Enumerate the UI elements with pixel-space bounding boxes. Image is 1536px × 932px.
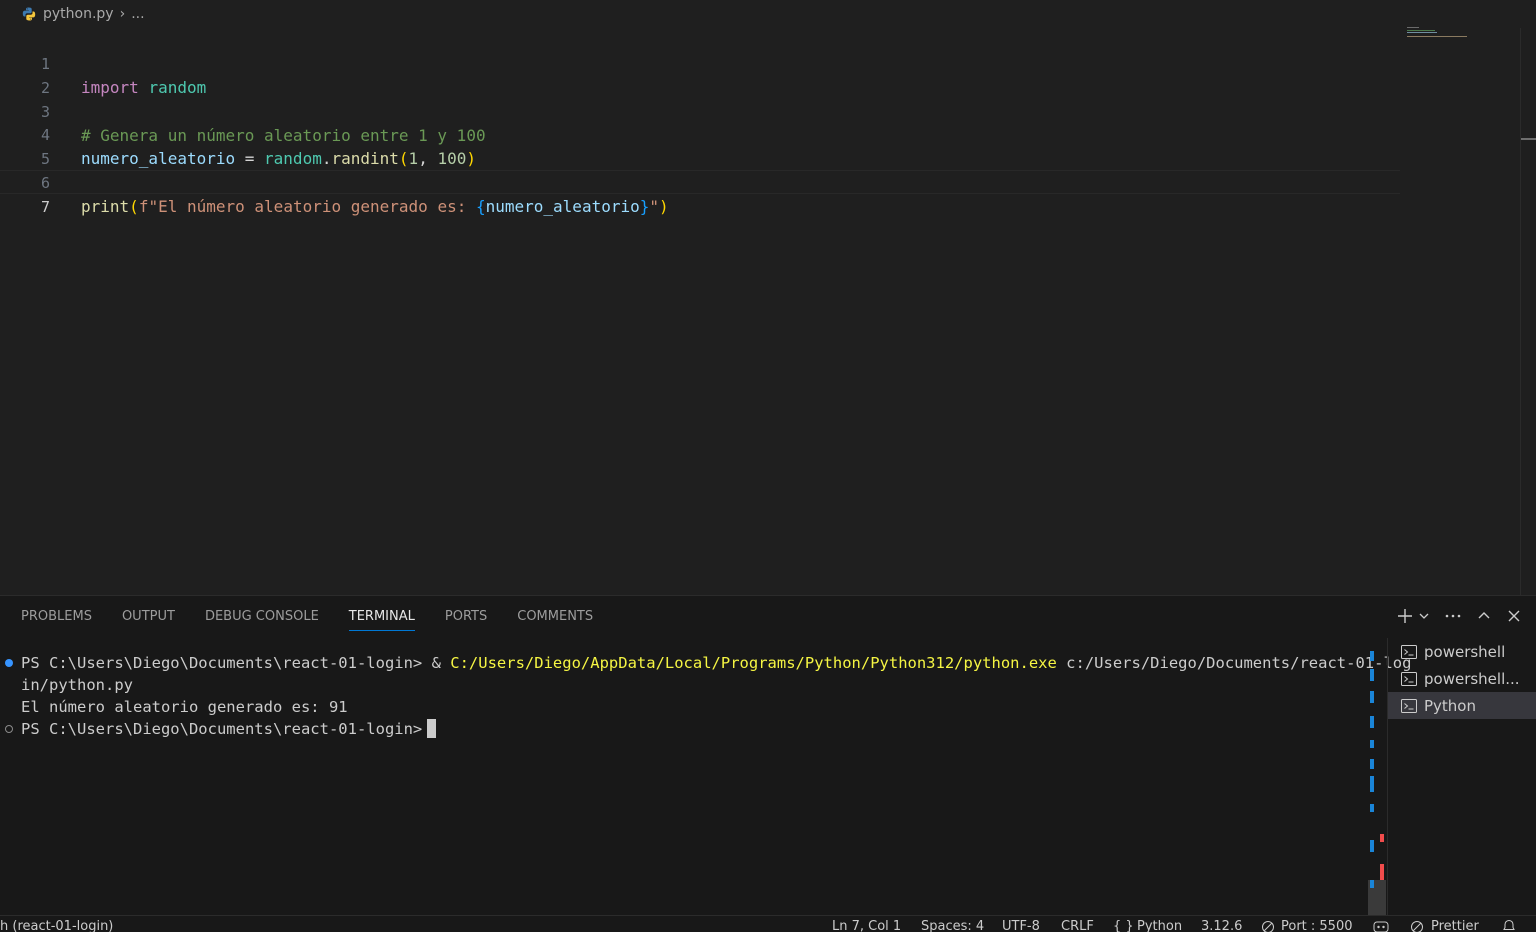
scroll-marker [1370,716,1374,728]
terminal-prompt: PS C:\Users\Diego\Documents\react-01-log… [21,720,423,738]
code-line-current: 7 [0,170,1400,216]
terminal-output[interactable]: PS C:\Users\Diego\Documents\react-01-log… [0,651,1411,913]
scroll-marker [1370,651,1374,661]
status-cursor-position[interactable]: Ln 7, Col 1 [832,918,901,932]
python-exe-path: C:/Users/Diego/AppData/Local/Programs/Py… [450,654,1057,672]
terminal-icon [1401,698,1417,713]
command-success-decoration[interactable] [5,659,13,667]
variable: numero_aleatorio [485,197,640,216]
terminal-item-python[interactable]: Python [1388,692,1536,719]
code-line: 4 numero_aleatorio = random.randint(1, 1… [0,99,1400,168]
copilot-icon[interactable] [1372,919,1390,932]
close-icon[interactable] [1506,608,1522,624]
tab-problems[interactable]: PROBLEMS [21,596,92,636]
notifications-icon[interactable] [1502,919,1516,932]
tab-comments[interactable]: COMMENTS [517,596,593,636]
brace-close: } [639,197,650,216]
status-language[interactable]: Python [1137,918,1182,932]
tab-debug-console[interactable]: DEBUG CONSOLE [205,596,319,636]
breadcrumb: python.py › ... [0,0,1536,28]
terminal-line: PS C:\Users\Diego\Documents\react-01-log… [21,652,1411,674]
panel-actions [1396,604,1522,628]
new-terminal-icon[interactable] [1396,607,1414,625]
code-line: 5 [0,123,1400,168]
terminal-item-powershell[interactable]: powershell [1388,638,1536,665]
terminal-cursor [427,719,437,738]
scroll-marker-error [1380,834,1384,842]
scroll-marker [1370,840,1374,852]
paren-open: ( [129,197,139,216]
terminal-scrollbar[interactable] [1368,644,1386,916]
terminal-prompt: PS C:\Users\Diego\Documents\react-01-log… [21,654,451,672]
command-decoration[interactable] [5,725,13,733]
function-name: print [81,197,130,216]
scroll-marker [1370,691,1374,703]
brace-open: { [475,197,486,216]
code-editor[interactable]: 1 import random 2 3 # Genera un número a… [0,28,1520,595]
fstring-prefix: f [138,197,149,216]
panel-tabs: PROBLEMS OUTPUT DEBUG CONSOLE TERMINAL P… [0,596,623,636]
editor-scrollbar[interactable] [1520,28,1536,595]
status-python-version[interactable]: 3.12.6 [1201,918,1242,932]
maximize-panel-icon[interactable] [1476,608,1492,624]
prettier-icon [1411,921,1423,932]
scroll-marker [1370,776,1374,792]
scroll-marker [1370,759,1374,769]
tab-ports[interactable]: PORTS [445,596,487,636]
minimap[interactable] [1405,26,1475,40]
scroll-marker [1370,804,1374,812]
chevron-down-icon[interactable] [1418,610,1430,622]
terminal-line: in/python.py [21,676,133,694]
status-prettier[interactable]: Prettier [1431,918,1479,932]
bottom-panel: PROBLEMS OUTPUT DEBUG CONSOLE TERMINAL P… [0,595,1536,916]
terminal-item-label: powershell... [1424,669,1520,688]
tab-output[interactable]: OUTPUT [122,596,175,636]
code-line: 6 print(f"El número aleatorio generado e… [0,147,1400,216]
script-path: c:/Users/Diego/Documents/react-01-log [1056,654,1412,672]
terminal-item-powershell-2[interactable]: powershell... [1388,665,1536,692]
terminal-list: powershell powershell... Python [1387,638,1536,916]
code-line: 1 import random [0,28,1400,97]
chevron-right-icon: › [119,6,126,22]
terminal-item-label: powershell [1424,642,1506,661]
scrollbar-cursor-marker [1521,138,1536,140]
breadcrumb-file[interactable]: python.py [43,6,114,22]
braces-icon: { } [1113,919,1134,932]
status-live-server-port[interactable]: Port : 5500 [1281,918,1353,932]
scroll-marker [1370,740,1374,748]
tab-terminal[interactable]: TERMINAL [348,596,416,636]
string-end: " [649,197,660,216]
terminal-line: El número aleatorio generado es: 91 [21,698,348,716]
status-bar: h (react-01-login) Ln 7, Col 1 Spaces: 4… [0,915,1536,932]
terminal-icon [1401,644,1417,659]
string-literal: "El número aleatorio generado es: [148,197,476,216]
status-eol[interactable]: CRLF [1061,918,1094,932]
paren-close: ) [659,197,669,216]
port-icon [1262,921,1274,932]
status-indentation[interactable]: Spaces: 4 [921,918,984,932]
line-number: 7 [40,198,50,216]
scroll-marker [1370,669,1374,681]
code-line: 2 [0,52,1400,97]
terminal-line: PS C:\Users\Diego\Documents\react-01-log… [21,718,437,740]
more-actions-icon[interactable] [1444,607,1462,625]
breadcrumb-symbols[interactable]: ... [131,6,144,22]
terminal-icon [1401,671,1417,686]
code-line: 3 # Genera un número aleatorio entre 1 y… [0,76,1400,145]
status-branch[interactable]: h (react-01-login) [0,918,113,932]
python-file-icon [22,7,36,21]
scroll-marker [1370,880,1374,888]
terminal-item-label: Python [1424,696,1476,715]
status-encoding[interactable]: UTF-8 [1002,918,1040,932]
